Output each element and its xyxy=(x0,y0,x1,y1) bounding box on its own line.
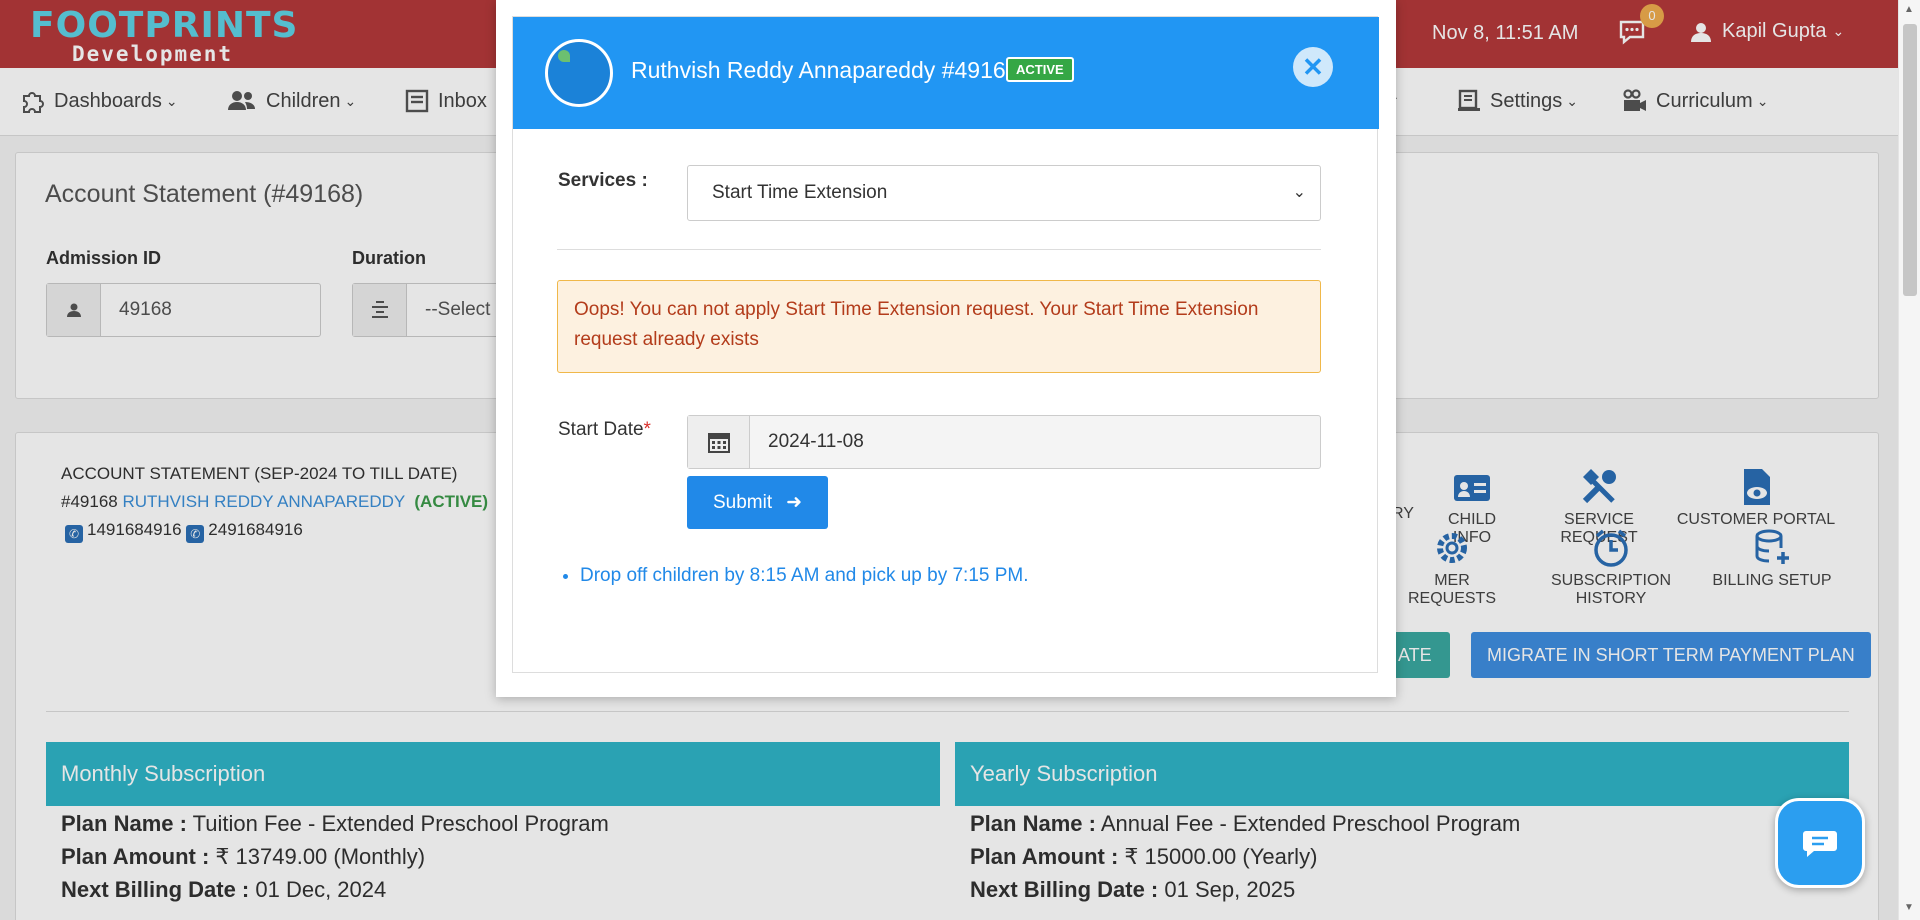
chat-icon xyxy=(1803,831,1837,857)
start-date-field[interactable]: 2024-11-08 xyxy=(687,415,1321,469)
submit-button[interactable]: Submit ➜ xyxy=(687,476,828,529)
close-icon[interactable]: ✕ xyxy=(1293,47,1333,87)
start-date-value: 2024-11-08 xyxy=(768,431,864,452)
modal-header: Ruthvish Reddy Annapareddy #49168 ACTIVE… xyxy=(513,17,1379,129)
scroll-thumb[interactable] xyxy=(1903,24,1917,296)
page-scrollbar[interactable]: ▲ ▼ xyxy=(1898,0,1920,920)
services-label: Services : xyxy=(558,170,648,191)
status-badge: ACTIVE xyxy=(1006,57,1074,82)
services-select-value: Start Time Extension xyxy=(712,182,888,203)
modal-title: Ruthvish Reddy Annapareddy #49168 xyxy=(631,57,1019,83)
chat-widget-button[interactable] xyxy=(1775,798,1865,888)
services-select[interactable]: Start Time Extension ⌄ xyxy=(687,165,1321,221)
arrow-right-icon: ➜ xyxy=(786,492,803,513)
submit-label: Submit xyxy=(712,491,773,513)
error-alert: Oops! You can not apply Start Time Exten… xyxy=(557,280,1321,373)
calendar-icon[interactable] xyxy=(688,416,750,468)
start-date-label-text: Start Date xyxy=(558,419,644,440)
required-mark: * xyxy=(643,419,651,440)
info-list: Drop off children by 8:15 AM and pick up… xyxy=(580,565,1029,587)
avatar xyxy=(545,39,613,107)
list-item: Drop off children by 8:15 AM and pick up… xyxy=(580,565,1029,587)
scroll-up-arrow[interactable]: ▲ xyxy=(1904,4,1914,15)
modal-divider xyxy=(557,249,1321,250)
chevron-down-icon: ⌄ xyxy=(1292,184,1306,201)
start-date-label: Start Date* xyxy=(558,419,651,441)
scroll-down-arrow[interactable]: ▼ xyxy=(1904,902,1914,913)
